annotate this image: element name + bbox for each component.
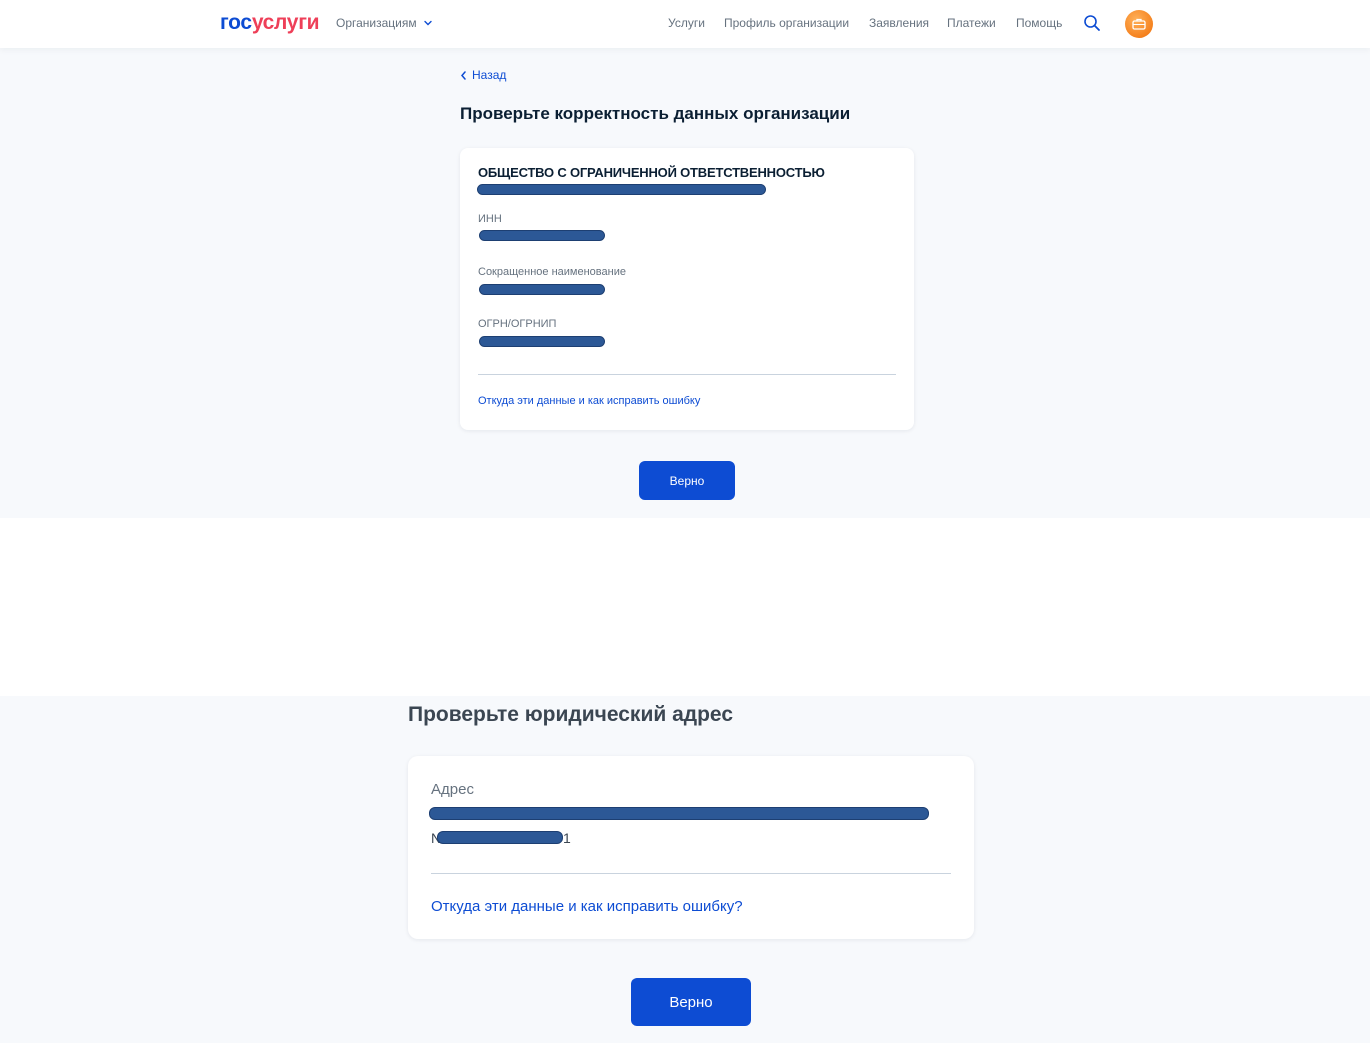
redacted-inn-value [479,230,605,241]
redacted-org-name [477,184,766,195]
inn-label: ИНН [478,213,502,225]
top-header: госуслуги Организациям Услуги Профиль ор… [0,0,1370,48]
redacted-ogrn-value [479,336,605,347]
chevron-left-icon [461,70,466,80]
logo-part-uslugi: услуги [251,11,320,34]
briefcase-icon [1132,18,1146,30]
chevron-down-icon [423,20,432,26]
redacted-address-line1 [429,807,929,820]
address-card: Адрес N 1 Откуда эти данные и как исправ… [408,756,974,939]
nav-applications[interactable]: Заявления [869,16,929,30]
gosuslugi-logo[interactable]: госуслуги [220,11,320,35]
nav-help[interactable]: Помощь [1016,16,1062,30]
address-section-title: Проверьте юридический адрес [408,703,734,726]
data-source-help-link[interactable]: Откуда эти данные и как исправить ошибку [478,395,700,407]
organizations-menu-label: Организациям [336,16,417,30]
org-data-card: ОБЩЕСТВО С ОГРАНИЧЕННОЙ ОТВЕТСТВЕННОСТЬЮ… [460,148,914,430]
short-name-label: Сокращенное наименование [478,266,626,278]
nav-payments[interactable]: Платежи [947,16,996,30]
org-avatar[interactable] [1125,10,1153,38]
nav-org-profile[interactable]: Профиль организации [724,16,849,30]
address-help-link[interactable]: Откуда эти данные и как исправить ошибку… [431,898,743,915]
organizations-menu[interactable]: Организациям [336,16,433,30]
address-card-divider [431,873,951,874]
nav-services[interactable]: Услуги [668,16,705,30]
redacted-short-name-value [479,284,605,295]
address-label: Адрес [431,781,474,798]
search-icon[interactable] [1083,14,1101,32]
card-divider [478,374,896,375]
logo-part-gos: гос [220,11,252,34]
address-line2-end: 1 [563,830,571,846]
back-link-label: Назад [472,68,507,82]
confirm-org-button[interactable]: Верно [639,461,735,500]
ogrn-label: ОГРН/ОГРНИП [478,318,557,330]
page-title: Проверьте корректность данных организаци… [460,104,851,123]
org-full-name: ОБЩЕСТВО С ОГРАНИЧЕННОЙ ОТВЕТСТВЕННОСТЬЮ [478,165,825,180]
back-link[interactable]: Назад [460,68,506,82]
redacted-address-line2 [437,831,563,844]
confirm-address-button[interactable]: Верно [631,978,751,1026]
